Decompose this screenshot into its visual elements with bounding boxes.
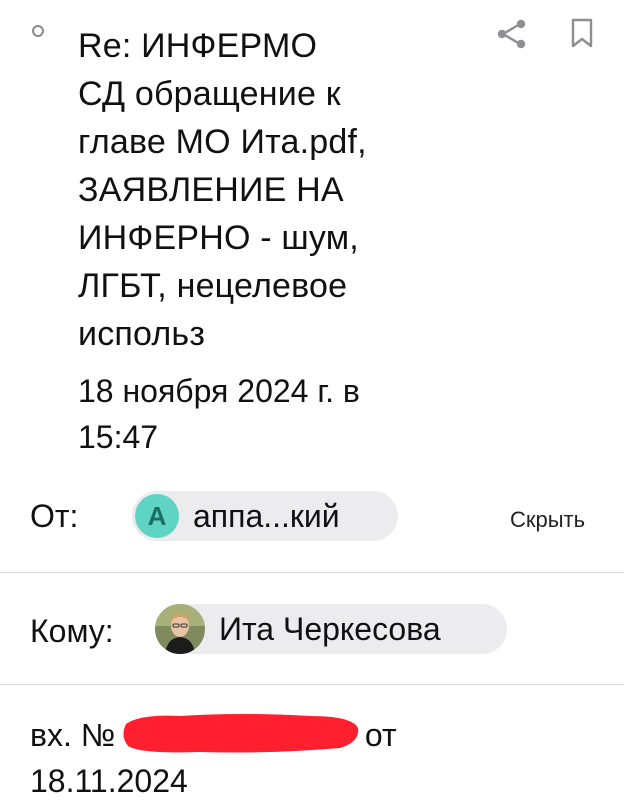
incoming-number-prefix: вх. № bbox=[30, 717, 116, 753]
recipient-avatar bbox=[155, 604, 205, 654]
from-label: От: bbox=[30, 498, 79, 534]
recipient-chip[interactable]: Ита Черкесова bbox=[155, 604, 507, 654]
bookmark-icon[interactable] bbox=[566, 17, 598, 49]
email-subject: Re: ИНФЕРМО СД обращение к главе МО Ита.… bbox=[78, 27, 367, 353]
sender-chip[interactable]: А аппа...кий bbox=[132, 491, 398, 541]
sender-avatar: А bbox=[135, 494, 179, 538]
sender-name: аппа...кий bbox=[193, 498, 340, 534]
to-label: Кому: bbox=[30, 613, 114, 649]
redaction-mark bbox=[123, 714, 359, 753]
unread-dot-icon[interactable] bbox=[32, 25, 44, 37]
email-body: вх. № от 18.11.2024 bbox=[30, 712, 590, 804]
divider bbox=[0, 572, 624, 573]
email-date: 18 ноября 2024 г. в 15:47 bbox=[78, 373, 360, 455]
divider bbox=[0, 684, 624, 685]
incoming-number-suffix: от bbox=[364, 717, 397, 753]
share-icon[interactable] bbox=[494, 18, 530, 50]
recipient-name: Ита Черкесова bbox=[219, 611, 441, 647]
hide-details-link[interactable]: Скрыть bbox=[510, 506, 585, 534]
incoming-date: 18.11.2024 bbox=[30, 763, 188, 799]
